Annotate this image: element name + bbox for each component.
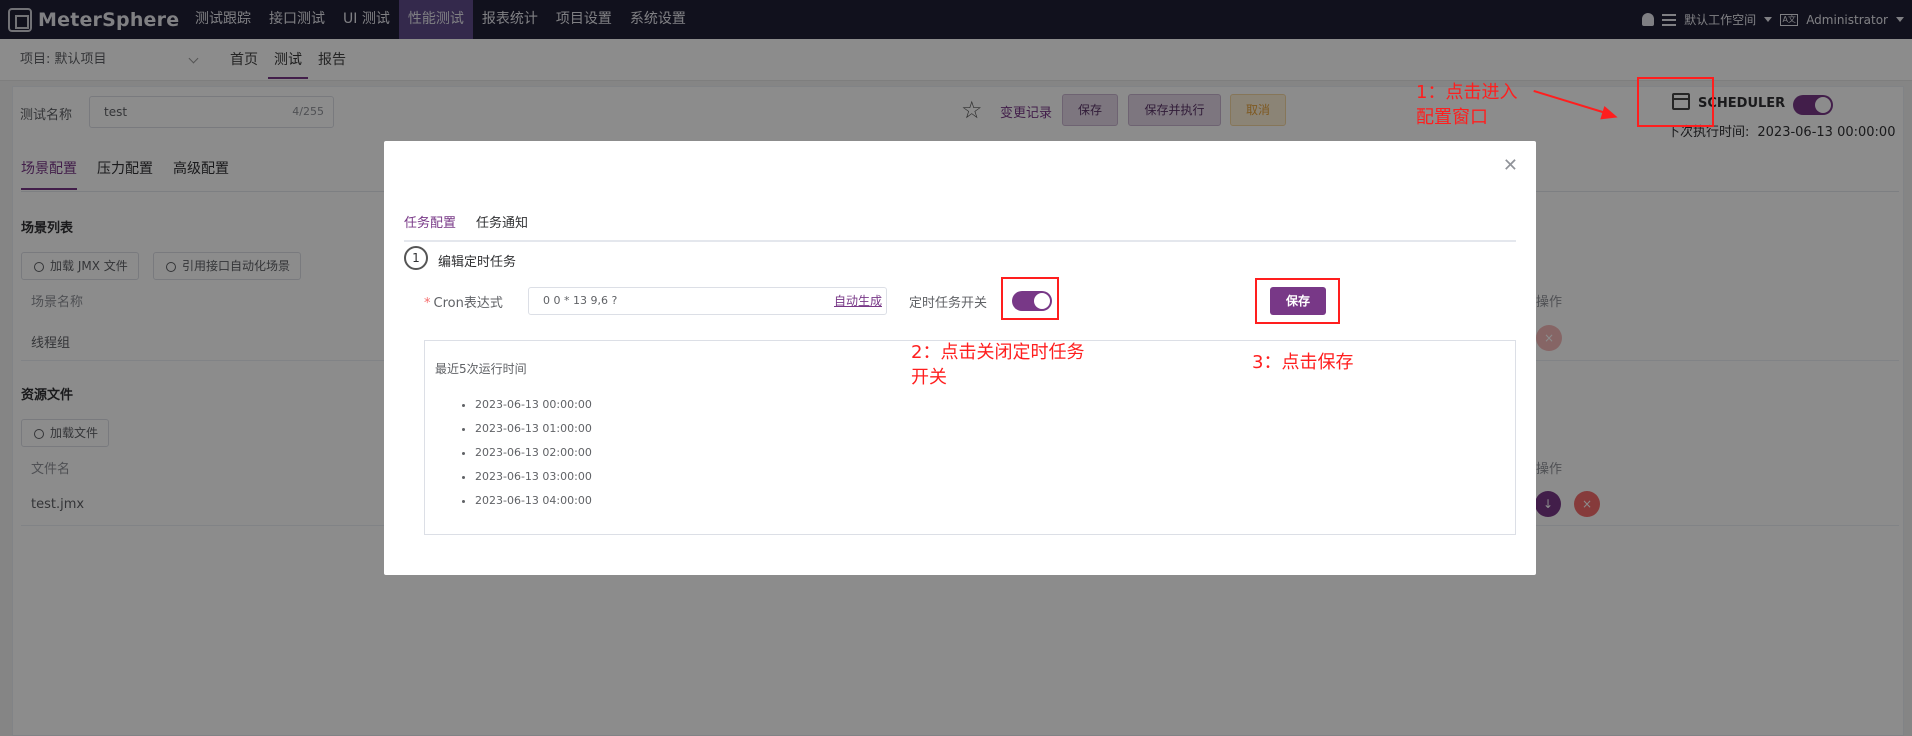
recent-runs-title: 最近5次运行时间 (435, 362, 527, 376)
annotation-text: 开关 (911, 367, 947, 388)
list-item: 2023-06-13 00:00:00 (475, 395, 592, 419)
annotation-step-3: 3：点击保存 (1252, 352, 1354, 373)
tab-task-config[interactable]: 任务配置 (404, 212, 457, 242)
annotation-text: 配置窗口 (1416, 107, 1488, 128)
annotation-step-2: 2：点击关闭定时任务 开关 (911, 340, 1084, 390)
annotation-box-scheduler (1637, 77, 1714, 127)
list-item: 2023-06-13 04:00:00 (475, 491, 592, 515)
cron-label-text: Cron表达式 (433, 296, 503, 311)
close-icon[interactable]: ✕ (1503, 157, 1518, 175)
cron-input[interactable]: 0 0 * 13 9,6 ? 自动生成 (528, 287, 887, 315)
step-title: 编辑定时任务 (438, 255, 517, 270)
cron-value: 0 0 * 13 9,6 ? (543, 294, 618, 307)
tab-task-notify[interactable]: 任务通知 (476, 212, 528, 242)
required-mark: * (424, 296, 431, 311)
recent-runs-list: 2023-06-13 00:00:00 2023-06-13 01:00:00 … (475, 395, 592, 515)
annotation-box-timer-toggle (1001, 277, 1059, 320)
annotation-text: 1：点击进入 (1416, 82, 1518, 103)
annotation-text: 2：点击关闭定时任务 (911, 342, 1085, 363)
dialog-tabs: 任务配置 任务通知 (404, 212, 528, 242)
list-item: 2023-06-13 03:00:00 (475, 467, 592, 491)
annotation-box-save (1255, 278, 1340, 324)
timer-switch-label: 定时任务开关 (909, 296, 988, 311)
step-number: 1 (404, 246, 428, 270)
list-item: 2023-06-13 01:00:00 (475, 419, 592, 443)
annotation-step-1: 1：点击进入 配置窗口 (1416, 80, 1517, 130)
cron-label: * Cron表达式 (424, 292, 503, 311)
auto-generate-link[interactable]: 自动生成 (834, 288, 882, 314)
dialog-tab-divider (404, 240, 1516, 242)
list-item: 2023-06-13 02:00:00 (475, 443, 592, 467)
